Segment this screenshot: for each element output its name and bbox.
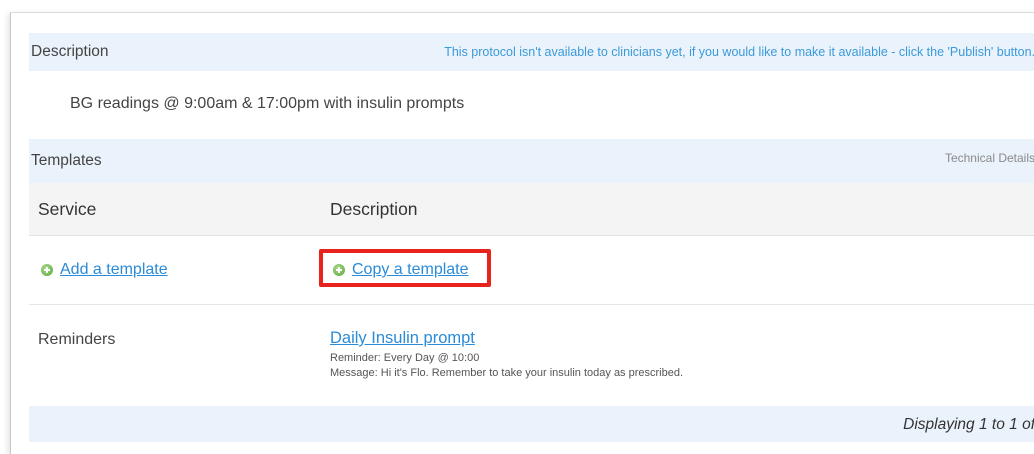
- protocol-panel: Description This protocol isn't availabl…: [10, 12, 1034, 454]
- template-actions-row: Add a template Copy a template: [29, 236, 1034, 305]
- protocol-description: BG readings @ 9:00am & 17:00pm with insu…: [70, 95, 465, 112]
- template-name-link[interactable]: Daily Insulin prompt: [330, 329, 683, 348]
- column-header-description: Description: [330, 199, 418, 219]
- pagination-status: Displaying 1 to 1 of: [903, 416, 1034, 433]
- technical-details-link[interactable]: Technical Details: [945, 151, 1034, 165]
- reminder-message: Message: Hi it's Flo. Remember to take y…: [330, 367, 684, 379]
- templates-table-header: Service Description: [29, 183, 1034, 236]
- row-description: Daily Insulin prompt Reminder: Every Day…: [330, 329, 683, 381]
- templates-section-header: Templates Technical Details: [29, 139, 1034, 183]
- highlight-annotation: [319, 249, 491, 287]
- table-row: Reminders Daily Insulin prompt Reminder:…: [29, 305, 1034, 405]
- add-template-action[interactable]: Add a template: [41, 261, 168, 279]
- templates-section-title: Templates: [31, 152, 102, 169]
- row-service: Reminders: [38, 331, 116, 348]
- description-section-title: Description: [31, 43, 109, 60]
- add-template-link[interactable]: Add a template: [60, 261, 168, 279]
- publish-notice: This protocol isn't available to clinici…: [444, 45, 1034, 59]
- reminder-schedule: Reminder: Every Day @ 10:00: [330, 352, 480, 364]
- plus-circle-icon: [41, 264, 53, 276]
- pagination-bar: Displaying 1 to 1 of: [29, 406, 1034, 442]
- column-header-service: Service: [38, 199, 97, 219]
- description-section-header: Description This protocol isn't availabl…: [29, 33, 1034, 71]
